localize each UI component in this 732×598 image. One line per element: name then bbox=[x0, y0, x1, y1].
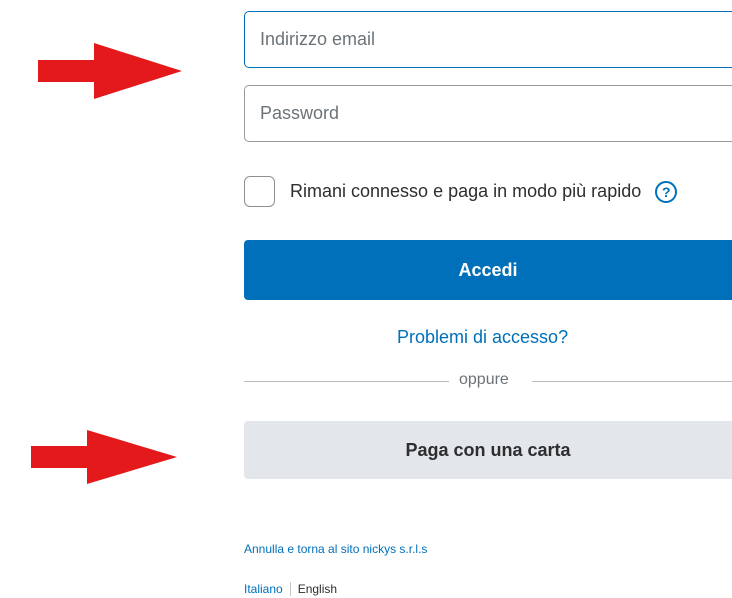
red-arrow-icon bbox=[38, 43, 182, 99]
red-arrow-icon bbox=[31, 430, 177, 484]
question-circle-icon[interactable]: ? bbox=[655, 180, 678, 203]
login-button-label: Accedi bbox=[458, 259, 518, 280]
divider-line-left bbox=[244, 381, 449, 382]
remember-me-row: Rimani connesso e paga in modo più rapid… bbox=[244, 174, 678, 209]
pay-with-card-label: Paga con una carta bbox=[405, 439, 571, 460]
divider-line-right bbox=[532, 381, 732, 382]
password-field[interactable] bbox=[244, 85, 732, 142]
pay-with-card-button[interactable]: Paga con una carta bbox=[244, 421, 732, 479]
divider-text: oppure bbox=[459, 371, 509, 388]
language-english[interactable]: English bbox=[298, 582, 337, 596]
cancel-return-link[interactable]: Annulla e torna al sito nickys s.r.l.s bbox=[244, 542, 427, 556]
paypal-login-page: Rimani connesso e paga in modo più rapid… bbox=[0, 0, 732, 598]
remember-me-checkbox[interactable] bbox=[244, 176, 275, 207]
language-italiano[interactable]: Italiano bbox=[244, 582, 283, 596]
email-field[interactable] bbox=[244, 11, 732, 68]
language-separator bbox=[289, 582, 291, 596]
login-button[interactable]: Accedi bbox=[244, 240, 732, 300]
language-selector: Italiano English bbox=[244, 582, 337, 596]
remember-me-label: Rimani connesso e paga in modo più rapid… bbox=[290, 181, 642, 201]
trouble-logging-in-link[interactable]: Problemi di accesso? bbox=[397, 327, 568, 348]
